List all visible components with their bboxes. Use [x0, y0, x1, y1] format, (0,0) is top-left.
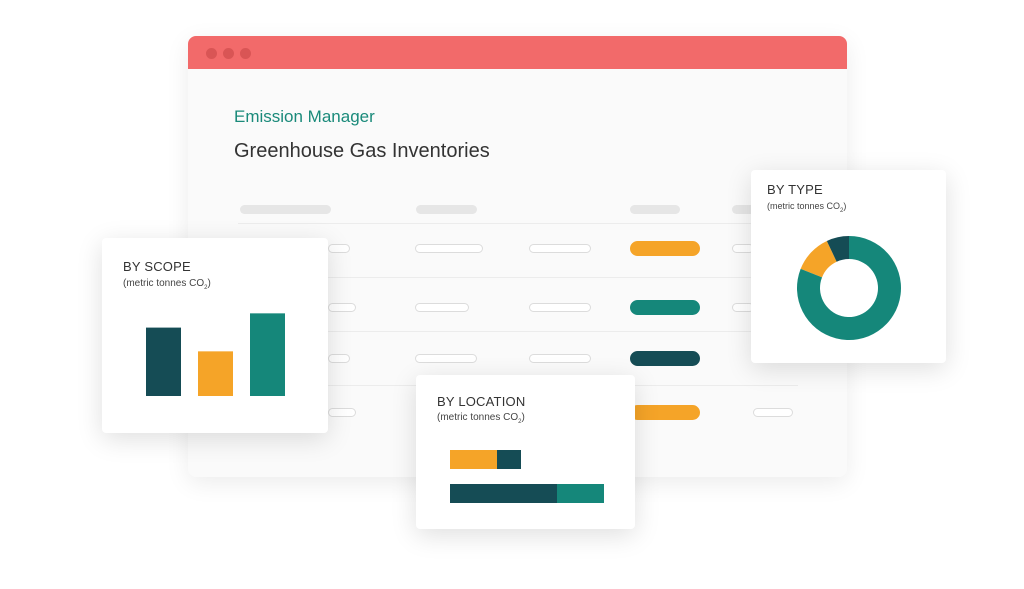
header-placeholder — [240, 205, 331, 214]
scope-bar-chart — [146, 313, 285, 396]
page-title: Greenhouse Gas Inventories — [234, 140, 490, 162]
by-scope-card[interactable]: BY SCOPE (metric tonnes CO2) — [102, 238, 328, 433]
scope-bar — [146, 327, 181, 396]
location-bar-segment — [557, 484, 604, 503]
cell-placeholder — [529, 303, 591, 312]
location-bar-chart — [450, 450, 604, 503]
close-window-dot[interactable] — [206, 48, 217, 59]
cell-placeholder — [753, 408, 793, 417]
cell-placeholder — [415, 303, 469, 312]
header-placeholder — [630, 205, 680, 214]
location-bar-segment — [450, 450, 497, 469]
cell-placeholder — [529, 244, 591, 253]
location-bar-segment — [497, 450, 521, 469]
cell-placeholder — [328, 303, 356, 312]
cell-placeholder — [529, 354, 591, 363]
status-pill — [630, 351, 700, 366]
minimize-window-dot[interactable] — [223, 48, 234, 59]
row-divider — [238, 223, 798, 224]
header-placeholder — [416, 205, 477, 214]
cell-placeholder — [328, 244, 350, 253]
cell-placeholder — [415, 354, 477, 363]
status-pill — [630, 241, 700, 256]
by-type-card[interactable]: BY TYPE (metric tonnes CO2) — [751, 170, 946, 363]
window-titlebar — [188, 36, 847, 69]
status-pill — [630, 300, 700, 315]
by-location-card[interactable]: BY LOCATION (metric tonnes CO2) — [416, 375, 635, 529]
cell-placeholder — [415, 244, 483, 253]
app-name: Emission Manager — [234, 107, 375, 126]
location-bar-segment — [450, 484, 557, 503]
cell-placeholder — [328, 354, 350, 363]
scope-bar — [250, 313, 285, 396]
status-pill — [630, 405, 700, 420]
cell-placeholder — [328, 408, 356, 417]
scope-bar — [198, 351, 233, 396]
type-donut-chart — [797, 236, 901, 340]
maximize-window-dot[interactable] — [240, 48, 251, 59]
